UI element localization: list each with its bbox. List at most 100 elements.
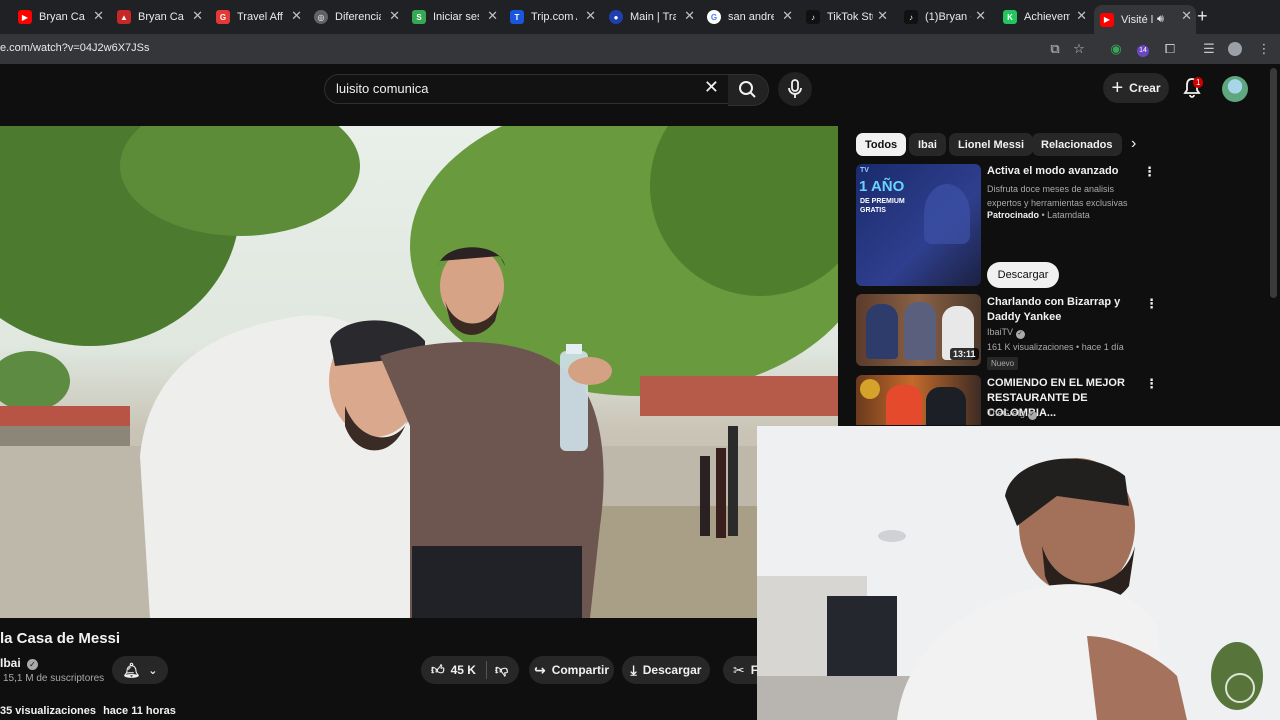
- thumb-person-image: [886, 385, 922, 425]
- bookmark-star-icon[interactable]: ☆: [1071, 41, 1087, 57]
- related-thumbnail[interactable]: [856, 375, 981, 425]
- site-favicon-icon: ◎: [314, 10, 328, 24]
- search-icon: [739, 81, 756, 98]
- new-tab-button[interactable]: +: [1197, 6, 1208, 27]
- tab-title: Main | Trav: [630, 11, 676, 23]
- chevron-right-icon[interactable]: ›: [1131, 135, 1136, 153]
- close-tab-icon[interactable]: ✕: [782, 8, 793, 24]
- browser-tab[interactable]: K Achieveme ✕: [1003, 5, 1087, 29]
- verified-check-icon: ✓: [1027, 411, 1037, 420]
- chip-todos[interactable]: Todos: [856, 133, 907, 156]
- account-avatar[interactable]: [1222, 76, 1248, 102]
- download-icon: ⤓: [630, 661, 637, 678]
- page-scrollbar[interactable]: [1270, 68, 1277, 298]
- close-tab-icon[interactable]: ✕: [1181, 8, 1192, 24]
- browser-tab[interactable]: G Travel Affi ✕: [216, 5, 302, 29]
- browser-tab[interactable]: ◎ Diferencia ✕: [314, 5, 400, 29]
- chip-ibai[interactable]: Ibai: [909, 133, 946, 156]
- close-tab-icon[interactable]: ✕: [487, 8, 498, 24]
- extension-grammarly-icon[interactable]: ◉: [1108, 41, 1124, 57]
- tab-title: Diferencia: [335, 11, 381, 23]
- tab-title: Visité l: [1121, 13, 1154, 26]
- search-input[interactable]: luisito comunica: [336, 81, 429, 96]
- browser-tab[interactable]: G san andre ✕: [707, 5, 793, 29]
- site-favicon-icon: ▲: [117, 10, 131, 24]
- clear-search-icon[interactable]: ✕: [704, 77, 719, 98]
- video-player[interactable]: [0, 126, 838, 618]
- share-button[interactable]: ↪ Compartir: [529, 656, 614, 684]
- close-tab-icon[interactable]: ✕: [192, 8, 203, 24]
- ad-title[interactable]: Activa el modo avanzado: [987, 164, 1137, 179]
- thumb-person-image: [926, 387, 966, 425]
- download-label: Descargar: [642, 663, 702, 677]
- browser-tab[interactable]: ▲ Bryan Car ✕: [117, 5, 203, 29]
- share-label: Compartir: [551, 663, 610, 677]
- channel-name[interactable]: Ibai ✓: [0, 656, 39, 670]
- ad-thumbnail[interactable]: TV 1 AÑO DE PREMIUM GRATIS: [856, 164, 981, 286]
- browser-tab[interactable]: ● Main | Trav ✕: [609, 5, 695, 29]
- thumb-person-image: [904, 302, 936, 360]
- site-favicon-icon: ●: [609, 10, 623, 24]
- thumbs-down-icon[interactable]: 👎︎: [495, 662, 508, 678]
- shopify-favicon-icon: S: [412, 10, 426, 24]
- create-label: Crear: [1129, 81, 1161, 95]
- search-button[interactable]: [728, 74, 769, 106]
- extensions-puzzle-icon[interactable]: ⧠: [1162, 41, 1178, 57]
- profile-avatar-icon[interactable]: [1228, 42, 1242, 56]
- subscriber-count: 15,1 M de suscriptores: [3, 673, 105, 684]
- share-arrow-icon: ↪: [533, 661, 546, 678]
- tab-title: Travel Affi: [237, 11, 283, 23]
- close-tab-icon[interactable]: ✕: [585, 8, 596, 24]
- close-tab-icon[interactable]: ✕: [389, 8, 400, 24]
- google-favicon-icon: G: [707, 10, 721, 24]
- thumb-person-image: [866, 304, 898, 359]
- site-favicon-icon: K: [1003, 10, 1017, 24]
- browser-menu-icon[interactable]: ⋮: [1256, 41, 1272, 57]
- channel-name-text: Ibai: [0, 656, 21, 670]
- browser-tab[interactable]: ♪ (1)Bryan C ✕: [904, 5, 986, 29]
- browser-tab-active[interactable]: ▶ Visité l 🔊︎ ✕: [1094, 5, 1196, 34]
- related-channel-name: IbaiTV: [987, 327, 1014, 337]
- tab-title: (1)Bryan C: [925, 11, 971, 23]
- address-bar[interactable]: e.com/watch?v=04J2w6X7JSs ⧉ ☆ ◉ 14 ⧠ ☰ ⋮: [0, 34, 1280, 64]
- related-video-title[interactable]: Charlando con Bizarrap y Daddy Yankee: [987, 295, 1122, 325]
- close-tab-icon[interactable]: ✕: [291, 8, 302, 24]
- chip-relacionados[interactable]: Relacionados: [1032, 133, 1122, 156]
- close-tab-icon[interactable]: ✕: [975, 8, 986, 24]
- close-tab-icon[interactable]: ✕: [1076, 8, 1087, 24]
- download-button[interactable]: ⤓ Descargar: [622, 656, 710, 684]
- close-tab-icon[interactable]: ✕: [877, 8, 888, 24]
- install-app-icon[interactable]: ⧉: [1047, 41, 1063, 57]
- speaker-icon[interactable]: 🔊︎: [1157, 13, 1164, 26]
- chevron-down-icon: ⌄: [148, 664, 158, 677]
- browser-tab[interactable]: S Iniciar ses ✕: [412, 5, 498, 29]
- more-options-icon[interactable]: ⋮: [1145, 296, 1158, 312]
- close-tab-icon[interactable]: ✕: [93, 8, 104, 24]
- like-count[interactable]: 45 K: [451, 663, 476, 677]
- thumbs-up-icon[interactable]: 👍︎: [431, 662, 445, 678]
- plus-icon: +: [1111, 76, 1124, 99]
- ad-download-button[interactable]: Descargar: [987, 262, 1059, 288]
- browser-tab[interactable]: ♪ TikTok Stu ✕: [806, 5, 888, 29]
- reading-list-icon[interactable]: ☰: [1201, 41, 1217, 57]
- ad-description: Disfruta doce meses de analisis expertos…: [987, 184, 1128, 208]
- extension-badge-icon[interactable]: 14: [1137, 45, 1149, 57]
- browser-tab[interactable]: ▶ Bryan Car ✕: [18, 5, 104, 29]
- subscription-bell-dropdown[interactable]: 🔔︎ ⌄: [112, 656, 168, 684]
- upload-time: hace 11 horas: [103, 705, 176, 717]
- related-channel-name: TheGrefg: [987, 408, 1026, 418]
- url-text[interactable]: e.com/watch?v=04J2w6X7JSs: [0, 42, 150, 54]
- related-channel[interactable]: TheGrefg ✓: [987, 408, 1037, 420]
- ad-sponsor-line: Patrocinado • Latamdata: [987, 210, 1090, 220]
- tiktok-favicon-icon: ♪: [904, 10, 918, 24]
- more-options-icon[interactable]: ⋮: [1145, 376, 1158, 392]
- related-channel[interactable]: IbaiTV ✓: [987, 327, 1025, 339]
- search-box[interactable]: luisito comunica ✕: [324, 74, 730, 104]
- create-button[interactable]: + Crear: [1103, 73, 1169, 103]
- browser-tab[interactable]: T Trip.com A ✕: [510, 5, 596, 29]
- voice-search-button[interactable]: [778, 72, 812, 106]
- more-options-icon[interactable]: ⋮: [1143, 164, 1156, 180]
- close-tab-icon[interactable]: ✕: [684, 8, 695, 24]
- chip-lionel-messi[interactable]: Lionel Messi: [949, 133, 1034, 156]
- browser-tab-strip: ▶ Bryan Car ✕ ▲ Bryan Car ✕ G Travel Aff…: [0, 0, 1280, 34]
